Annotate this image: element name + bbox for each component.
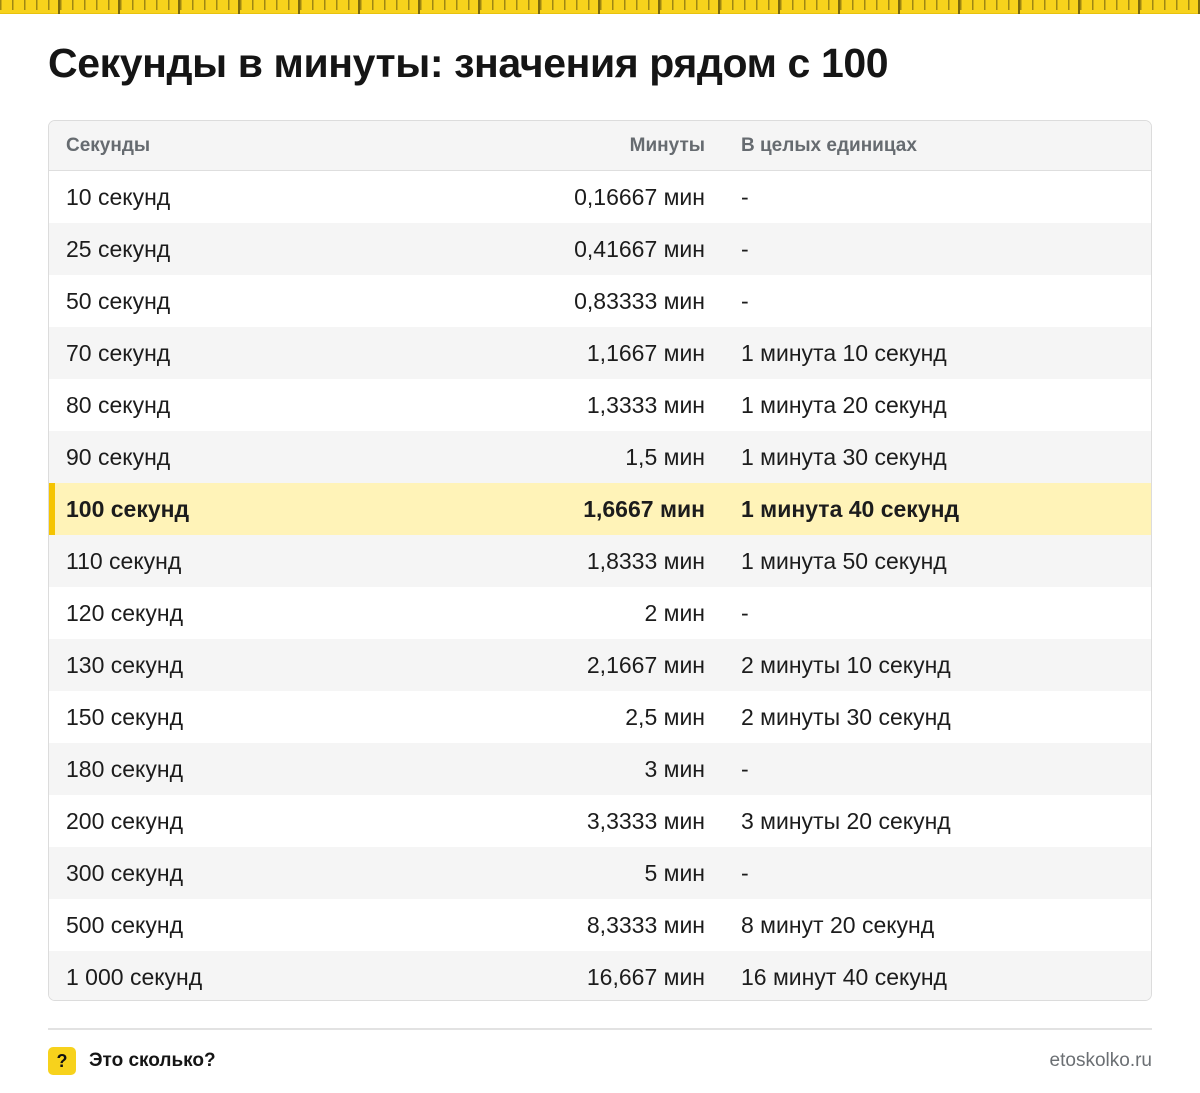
table-row: 50 секунд 0,83333 мин -: [49, 275, 1151, 327]
table-body: 10 секунд 0,16667 мин - 25 секунд 0,41667 ми…: [49, 171, 1151, 1000]
cell-seconds: 150 секунд: [66, 703, 183, 730]
cell-seconds: 25 секунд: [66, 235, 171, 262]
cell-seconds: 70 секунд: [66, 339, 171, 366]
header-minutes: Минуты: [629, 134, 705, 156]
table-row: 110 секунд 1,8333 мин 1 минута 50 секунд: [49, 535, 1151, 587]
cell-minutes: 1,5 мин: [625, 443, 705, 470]
cell-whole-units: 1 минута 20 секунд: [741, 391, 947, 418]
site-url[interactable]: etoskolko.ru: [1050, 1050, 1152, 1072]
cell-minutes: 2,1667 мин: [586, 651, 705, 678]
cell-minutes: 3 мин: [644, 755, 705, 782]
ruler-major-ticks: [0, 0, 1200, 14]
cell-seconds: 100 секунд: [66, 495, 190, 522]
cell-minutes: 8,3333 мин: [586, 911, 705, 938]
cell-seconds: 130 секунд: [66, 651, 183, 678]
table-row: 180 секунд 3 мин -: [49, 743, 1151, 795]
table-row: 90 секунд 1,5 мин 1 минута 30 секунд: [49, 431, 1151, 483]
cell-whole-units: -: [741, 859, 749, 886]
table-row: 200 секунд 3,3333 мин 3 минуты 20 секунд: [49, 795, 1151, 847]
conversion-table: Секунды Минуты В целых единицах 10 секун…: [48, 120, 1152, 1001]
cell-minutes: 16,667 мин: [586, 963, 705, 990]
cell-whole-units: 8 минут 20 секунд: [741, 911, 935, 938]
cell-whole-units: 2 минуты 10 секунд: [741, 651, 951, 678]
cell-seconds: 10 секунд: [66, 183, 171, 210]
cell-minutes: 1,3333 мин: [586, 391, 705, 418]
table-row: 150 секунд 2,5 мин 2 минуты 30 секунд: [49, 691, 1151, 743]
cell-seconds: 80 секунд: [66, 391, 171, 418]
table-header: Секунды Минуты В целых единицах: [49, 121, 1151, 171]
table-row: 10 секунд 0,16667 мин -: [49, 171, 1151, 223]
footer-divider: [48, 1028, 1152, 1030]
cell-whole-units: -: [741, 755, 749, 782]
table-row: 25 секунд 0,41667 мин -: [49, 223, 1151, 275]
cell-seconds: 180 секунд: [66, 755, 183, 782]
cell-minutes: 0,83333 мин: [574, 287, 705, 314]
cell-whole-units: -: [741, 599, 749, 626]
cell-minutes: 2 мин: [644, 599, 705, 626]
cell-whole-units: 16 минут 40 секунд: [741, 963, 947, 990]
cell-minutes: 1,1667 мин: [586, 339, 705, 366]
table-row: 80 секунд 1,3333 мин 1 минута 20 секунд: [49, 379, 1151, 431]
cell-whole-units: 1 минута 40 секунд: [741, 495, 960, 522]
table-row-highlighted: 100 секунд 1,6667 мин 1 минута 40 секунд: [49, 483, 1151, 535]
cell-whole-units: 2 минуты 30 секунд: [741, 703, 951, 730]
cell-whole-units: 1 минута 30 секунд: [741, 443, 947, 470]
cell-whole-units: -: [741, 235, 749, 262]
cell-whole-units: -: [741, 287, 749, 314]
cell-minutes: 1,6667 мин: [583, 495, 705, 522]
page-title: Секунды в минуты: значения рядом с 100: [48, 40, 889, 86]
cell-seconds: 120 секунд: [66, 599, 183, 626]
cell-seconds: 300 секунд: [66, 859, 183, 886]
header-seconds: Секунды: [66, 134, 151, 156]
cell-seconds: 1 000 секунд: [66, 963, 203, 990]
cell-whole-units: -: [741, 183, 749, 210]
cell-seconds: 90 секунд: [66, 443, 171, 470]
cell-whole-units: 3 минуты 20 секунд: [741, 807, 951, 834]
cell-seconds: 500 секунд: [66, 911, 183, 938]
table-row: 300 секунд 5 мин -: [49, 847, 1151, 899]
question-logo-icon: ?: [48, 1047, 76, 1075]
cell-minutes: 1,8333 мин: [586, 547, 705, 574]
cell-whole-units: 1 минута 10 секунд: [741, 339, 947, 366]
table-row: 70 секунд 1,1667 мин 1 минута 10 секунд: [49, 327, 1151, 379]
cell-minutes: 5 мин: [644, 859, 705, 886]
cell-minutes: 0,41667 мин: [574, 235, 705, 262]
cell-minutes: 0,16667 мин: [574, 183, 705, 210]
table-row: 120 секунд 2 мин -: [49, 587, 1151, 639]
cell-minutes: 3,3333 мин: [586, 807, 705, 834]
table-row: 500 секунд 8,3333 мин 8 минут 20 секунд: [49, 899, 1151, 951]
cell-seconds: 50 секунд: [66, 287, 171, 314]
cell-whole-units: 1 минута 50 секунд: [741, 547, 947, 574]
ruler-decoration: [0, 0, 1200, 14]
table-row: 130 секунд 2,1667 мин 2 минуты 10 секунд: [49, 639, 1151, 691]
cell-seconds: 110 секунд: [66, 547, 182, 574]
table-row: 1 000 секунд 16,667 мин 16 минут 40 секунд: [49, 951, 1151, 1000]
brand-name: Это сколько?: [89, 1050, 216, 1071]
header-whole-units: В целых единицах: [741, 134, 917, 156]
cell-minutes: 2,5 мин: [625, 703, 705, 730]
cell-seconds: 200 секунд: [66, 807, 183, 834]
